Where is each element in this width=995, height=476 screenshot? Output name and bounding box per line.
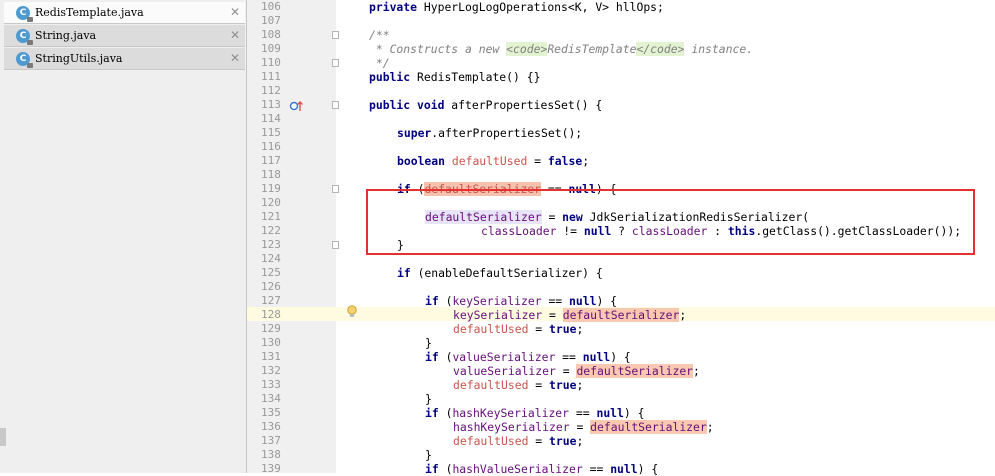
line-number: 109 bbox=[261, 42, 281, 55]
override-method-icon[interactable] bbox=[289, 99, 303, 113]
line-number: 122 bbox=[261, 224, 281, 237]
close-icon[interactable]: ✕ bbox=[230, 51, 240, 65]
code-line: public RedisTemplate() {} bbox=[369, 70, 541, 84]
java-class-icon: C bbox=[16, 28, 33, 45]
line-number: 136 bbox=[261, 420, 281, 433]
line-number: 121 bbox=[261, 210, 281, 223]
line-number: 119 bbox=[261, 182, 281, 195]
line-number: 127 bbox=[261, 294, 281, 307]
line-number: 106 bbox=[261, 0, 281, 13]
code-line: boolean defaultUsed = false; bbox=[397, 154, 590, 168]
line-number: 110 bbox=[261, 56, 281, 69]
line-number: 114 bbox=[261, 112, 281, 125]
line-number: 117 bbox=[261, 154, 281, 167]
line-number: 118 bbox=[261, 168, 281, 181]
line-number: 108 bbox=[261, 28, 281, 41]
line-number: 128 bbox=[261, 308, 281, 321]
code-line: public void afterPropertiesSet() { bbox=[369, 98, 603, 112]
tab-redistemplate[interactable]: C RedisTemplate.java ✕ bbox=[4, 2, 245, 24]
tab-stringutils[interactable]: C StringUtils.java ✕ bbox=[4, 48, 245, 70]
tab-label: StringUtils.java bbox=[35, 52, 123, 65]
line-number: 115 bbox=[261, 126, 281, 139]
highlight-annotation-box bbox=[366, 189, 975, 255]
close-icon[interactable]: ✕ bbox=[230, 5, 240, 19]
tab-label: String.java bbox=[35, 29, 97, 42]
code-line: } bbox=[425, 448, 432, 462]
code-line: private HyperLogLogOperations<K, V> hllO… bbox=[369, 0, 664, 14]
line-number: 112 bbox=[261, 84, 281, 97]
fold-marker[interactable] bbox=[332, 31, 339, 39]
code-line: * Constructs a new <code>RedisTemplate</… bbox=[369, 42, 754, 56]
code-line: valueSerializer = defaultSerializer; bbox=[453, 364, 700, 378]
code-line: /** bbox=[369, 28, 390, 42]
line-number: 107 bbox=[261, 14, 281, 27]
line-number: 130 bbox=[261, 336, 281, 349]
code-line: if (valueSerializer == null) { bbox=[425, 350, 631, 364]
fold-marker[interactable] bbox=[332, 59, 339, 67]
open-files-panel: C RedisTemplate.java ✕ C String.java ✕ C… bbox=[0, 0, 247, 473]
line-number: 111 bbox=[261, 70, 281, 83]
line-number: 125 bbox=[261, 266, 281, 279]
code-line: defaultUsed = true; bbox=[453, 434, 584, 448]
line-number: 131 bbox=[261, 350, 281, 363]
code-line: } bbox=[425, 336, 432, 350]
code-line: */ bbox=[369, 56, 390, 70]
scrollbar-thumb[interactable] bbox=[0, 428, 6, 446]
java-class-icon: C bbox=[16, 5, 33, 22]
line-number: 135 bbox=[261, 406, 281, 419]
line-number: 120 bbox=[261, 196, 281, 209]
lightbulb-icon[interactable] bbox=[346, 305, 358, 319]
java-class-icon: C bbox=[16, 51, 33, 68]
line-number: 139 bbox=[261, 462, 281, 475]
code-line: if (keySerializer == null) { bbox=[425, 294, 618, 308]
line-number: 134 bbox=[261, 392, 281, 405]
code-line: } bbox=[425, 392, 432, 406]
tab-label: RedisTemplate.java bbox=[35, 6, 144, 19]
fold-marker[interactable] bbox=[332, 241, 339, 249]
code-line: hashKeySerializer = defaultSerializer; bbox=[453, 420, 714, 434]
line-number: 129 bbox=[261, 322, 281, 335]
line-number: 133 bbox=[261, 378, 281, 391]
code-line: if (hashValueSerializer == null) { bbox=[425, 462, 659, 476]
code-line: defaultUsed = true; bbox=[453, 322, 584, 336]
code-line: if (enableDefaultSerializer) { bbox=[397, 266, 603, 280]
line-number: 132 bbox=[261, 364, 281, 377]
code-line: if (hashKeySerializer == null) { bbox=[425, 406, 645, 420]
close-icon[interactable]: ✕ bbox=[230, 28, 240, 42]
line-number: 124 bbox=[261, 252, 281, 265]
code-line: super.afterPropertiesSet(); bbox=[397, 126, 583, 140]
code-line: keySerializer = defaultSerializer; bbox=[453, 308, 687, 322]
line-number: 126 bbox=[261, 280, 281, 293]
code-line: defaultUsed = true; bbox=[453, 378, 584, 392]
fold-marker[interactable] bbox=[332, 185, 339, 193]
line-number: 123 bbox=[261, 238, 281, 251]
tab-string[interactable]: C String.java ✕ bbox=[4, 25, 245, 47]
line-number: 137 bbox=[261, 434, 281, 447]
line-number: 138 bbox=[261, 448, 281, 461]
fold-marker[interactable] bbox=[332, 101, 339, 109]
line-number: 116 bbox=[261, 140, 281, 153]
line-number: 113 bbox=[261, 98, 281, 111]
